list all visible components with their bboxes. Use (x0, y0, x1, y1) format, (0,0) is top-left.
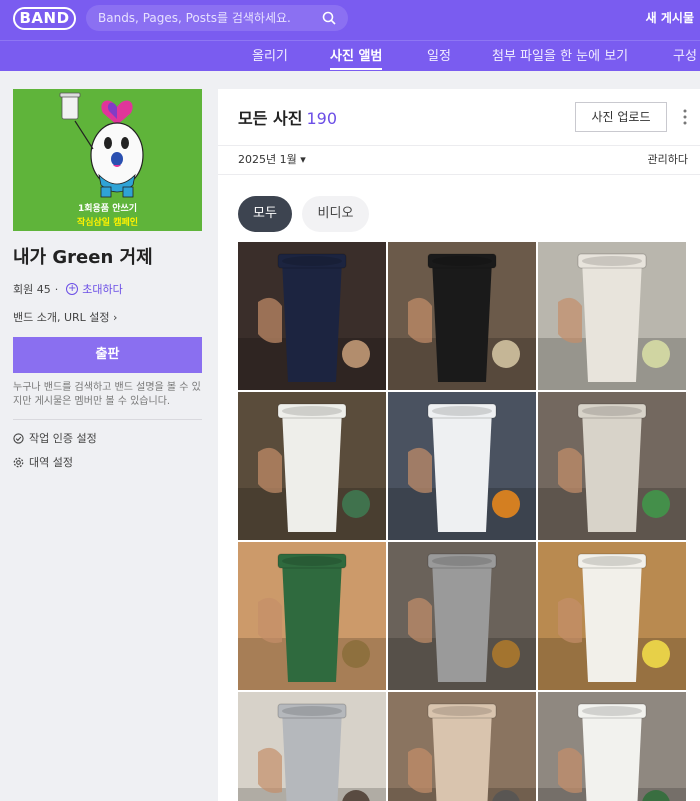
photo-thumbnail[interactable] (538, 542, 686, 690)
top-bar: BAND Bands, Pages, Posts를 검색하세요. 새 게시물 (0, 0, 700, 40)
new-posts-link[interactable]: 새 게시물 (646, 0, 700, 36)
tab-video[interactable]: 비디오 (302, 196, 369, 232)
photo-thumbnail[interactable] (238, 392, 386, 540)
month-selector[interactable]: 2025년 1월 ▾ (238, 146, 306, 174)
check-circle-icon (13, 432, 24, 444)
photo-thumbnail[interactable] (388, 242, 536, 390)
photo-thumbnail[interactable] (538, 242, 686, 390)
search-input[interactable]: Bands, Pages, Posts를 검색하세요. (98, 5, 291, 31)
gear-icon (13, 457, 24, 467)
filter-bar: 2025년 1월 ▾ 관리하다 (218, 145, 700, 175)
band-description: 누구나 밴드를 검색하고 밴드 설명을 볼 수 있지만 게시물은 멤버만 볼 수… (13, 382, 201, 407)
photo-thumbnail[interactable] (388, 542, 536, 690)
invite-label: 초대하다 (82, 283, 123, 296)
photo-thumbnail[interactable] (238, 542, 386, 690)
photo-thumbnail[interactable] (388, 392, 536, 540)
band-sidebar: 1회용품 안쓰기 작심삼일 캠페인 내가 Green 거제 회원 45 · + … (13, 89, 202, 470)
nav-attachments[interactable]: 첨부 파일을 한 눈에 보기 (492, 41, 628, 73)
band-settings[interactable]: 대역 설정 (13, 454, 202, 470)
photo-thumbnail[interactable] (388, 692, 536, 801)
band-nav: 올리기 사진 앨범 일정 첨부 파일을 한 눈에 보기 구성 (0, 40, 700, 71)
album-title-text: 모든 사진 (238, 109, 303, 128)
member-row: 회원 45 · + 초대하다 (13, 281, 202, 297)
plus-icon: + (66, 283, 79, 295)
more-options-icon[interactable] (683, 108, 687, 126)
member-count[interactable]: 회원 45 (13, 281, 51, 297)
month-label: 2025년 1월 (238, 153, 297, 166)
divider (13, 419, 202, 420)
band-cover-image[interactable]: 1회용품 안쓰기 작심삼일 캠페인 (13, 89, 202, 231)
chevron-right-icon: › (113, 311, 118, 324)
nav-post[interactable]: 올리기 (252, 41, 288, 73)
cover-caption-1: 1회용품 안쓰기 (77, 204, 138, 214)
photo-thumbnail[interactable] (538, 392, 686, 540)
task-verification-setting[interactable]: 작업 인증 설정 (13, 430, 202, 446)
invite-link[interactable]: + 초대하다 (66, 281, 123, 297)
tab-all[interactable]: 모두 (238, 196, 292, 232)
cover-caption-2: 작심삼일 캠페인 (76, 218, 139, 228)
setting-label: 작업 인증 설정 (29, 432, 97, 445)
photo-count: 190 (306, 109, 337, 128)
search-box[interactable]: Bands, Pages, Posts를 검색하세요. (86, 5, 348, 31)
band-intro-link[interactable]: 밴드 소개, URL 설정 › (13, 309, 202, 325)
nav-schedule[interactable]: 일정 (427, 41, 451, 73)
upload-photo-button[interactable]: 사진 업로드 (575, 102, 667, 132)
separator-dot: · (54, 282, 59, 296)
nav-members[interactable]: 구성 (673, 41, 697, 73)
nav-photo-album[interactable]: 사진 앨범 (330, 41, 383, 73)
photo-thumbnail[interactable] (238, 692, 386, 801)
band-logo[interactable]: BAND (13, 7, 76, 30)
photo-thumbnail[interactable] (238, 242, 386, 390)
caret-down-icon: ▾ (300, 153, 306, 166)
photo-thumbnail[interactable] (538, 692, 686, 801)
photo-album-panel: 모든 사진 190 사진 업로드 2025년 1월 ▾ 관리하다 모두 비디오 (218, 89, 700, 801)
setting-label: 대역 설정 (29, 456, 73, 469)
publish-button[interactable]: 출판 (13, 337, 202, 373)
band-name: 내가 Green 거제 (13, 247, 153, 268)
intro-label: 밴드 소개, URL 설정 (13, 311, 110, 324)
search-icon[interactable] (322, 11, 336, 25)
manage-button[interactable]: 관리하다 (648, 146, 688, 174)
album-title: 모든 사진 190 (238, 105, 337, 129)
